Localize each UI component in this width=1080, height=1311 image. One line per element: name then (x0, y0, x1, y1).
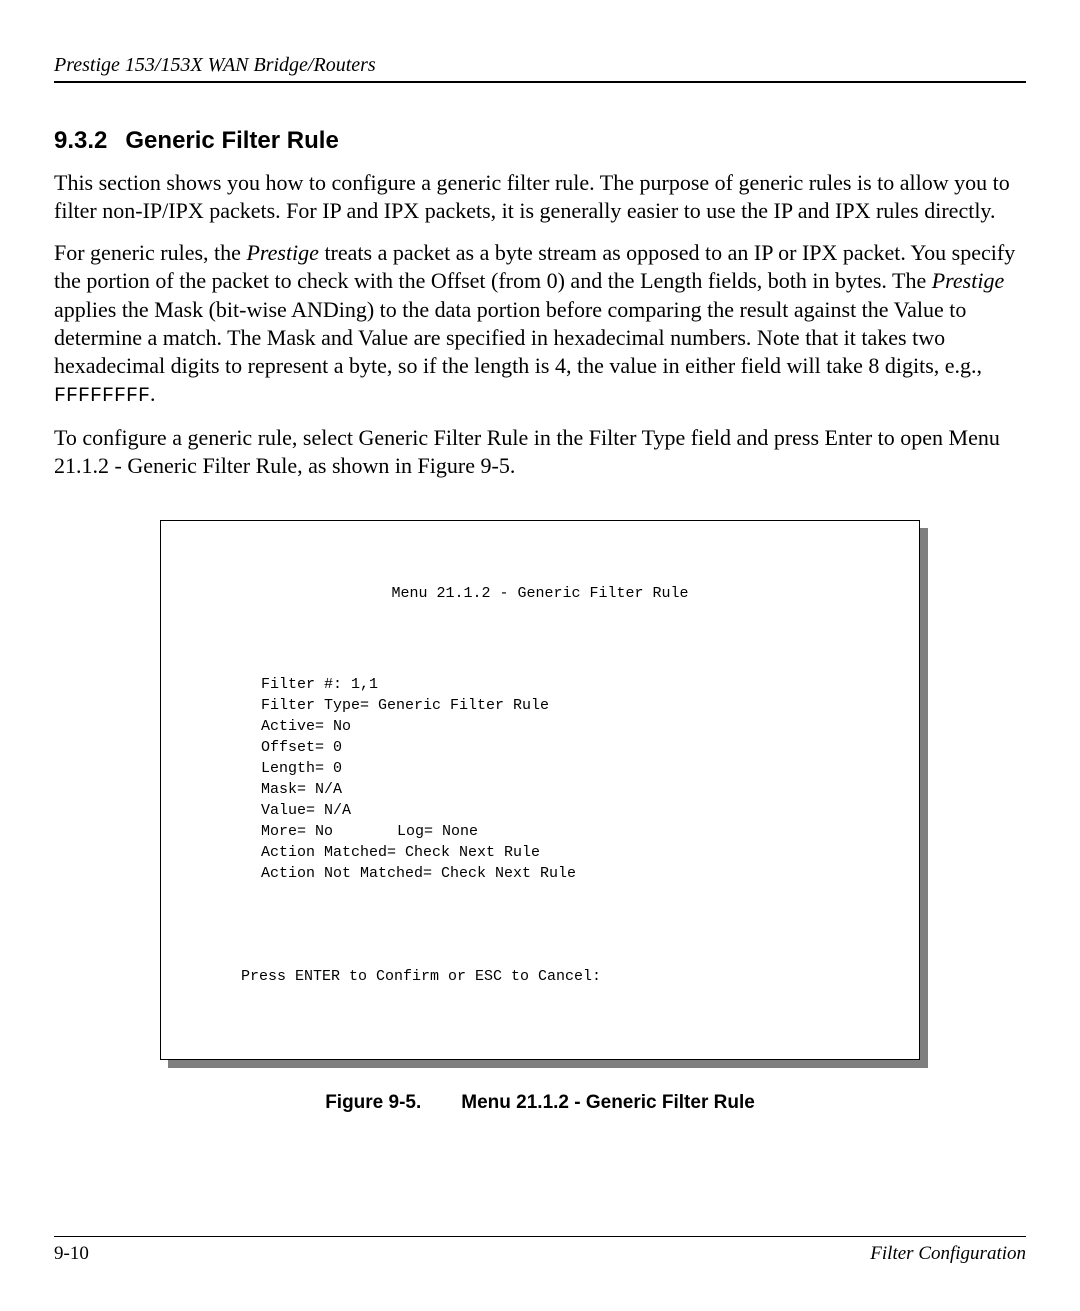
figure-wrapper: Menu 21.1.2 - Generic Filter Rule Filter… (160, 520, 920, 1060)
page-header: Prestige 153/153X WAN Bridge/Routers (54, 54, 1026, 83)
page-footer-inner: 9-10 Filter Configuration (54, 1243, 1026, 1265)
section-title: Generic Filter Rule (125, 127, 338, 154)
page-footer: 9-10 Filter Configuration (54, 1236, 1026, 1265)
term-line-6: Mask= N/A (261, 781, 342, 798)
footer-section: Filter Configuration (870, 1243, 1026, 1265)
term-line-2: Filter Type= Generic Filter Rule (261, 697, 549, 714)
page-number: 9-10 (54, 1243, 89, 1265)
p2-italic-2: Prestige (932, 268, 1005, 293)
header-title: Prestige 153/153X WAN Bridge/Routers (54, 54, 376, 76)
p2-part-a: For generic rules, the (54, 240, 246, 265)
term-line-1: Filter #: 1,1 (261, 676, 378, 693)
term-line-10: Action Not Matched= Check Next Rule (261, 865, 576, 882)
p2-part-c: applies the Mask (bit-wise ANDing) to th… (54, 297, 982, 378)
figure-number: Figure 9-5. (325, 1092, 421, 1114)
paragraph-2: For generic rules, the Prestige treats a… (54, 239, 1026, 409)
terminal-title: Menu 21.1.2 - Generic Filter Rule (191, 583, 889, 604)
term-line-4: Offset= 0 (261, 739, 342, 756)
figure-text: Menu 21.1.2 - Generic Filter Rule (461, 1092, 755, 1113)
paragraph-1: This section shows you how to configure … (54, 169, 1026, 225)
term-line-3: Active= No (261, 718, 351, 735)
term-line-8a: More= No (261, 823, 333, 840)
p2-italic-1: Prestige (246, 240, 319, 265)
document-page: Prestige 153/153X WAN Bridge/Routers 9.3… (0, 0, 1080, 1311)
terminal-box: Menu 21.1.2 - Generic Filter Rule Filter… (160, 520, 920, 1060)
section-number: 9.3.2 (54, 127, 107, 155)
figure-caption: Figure 9-5. Menu 21.1.2 - Generic Filter … (54, 1092, 1026, 1114)
p2-part-d: . (150, 381, 156, 406)
term-line-5: Length= 0 (261, 760, 342, 777)
p2-code: FFFFFFFF (54, 385, 150, 408)
term-line-8b: Log= None (397, 821, 478, 842)
term-line-9: Action Matched= Check Next Rule (261, 844, 540, 861)
section-heading: 9.3.2 Generic Filter Rule (54, 127, 1026, 155)
terminal-body: Filter #: 1,1 Filter Type= Generic Filte… (261, 674, 889, 884)
paragraph-3: To configure a generic rule, select Gene… (54, 424, 1026, 480)
term-line-7: Value= N/A (261, 802, 351, 819)
terminal-footer: Press ENTER to Confirm or ESC to Cancel: (241, 966, 889, 987)
